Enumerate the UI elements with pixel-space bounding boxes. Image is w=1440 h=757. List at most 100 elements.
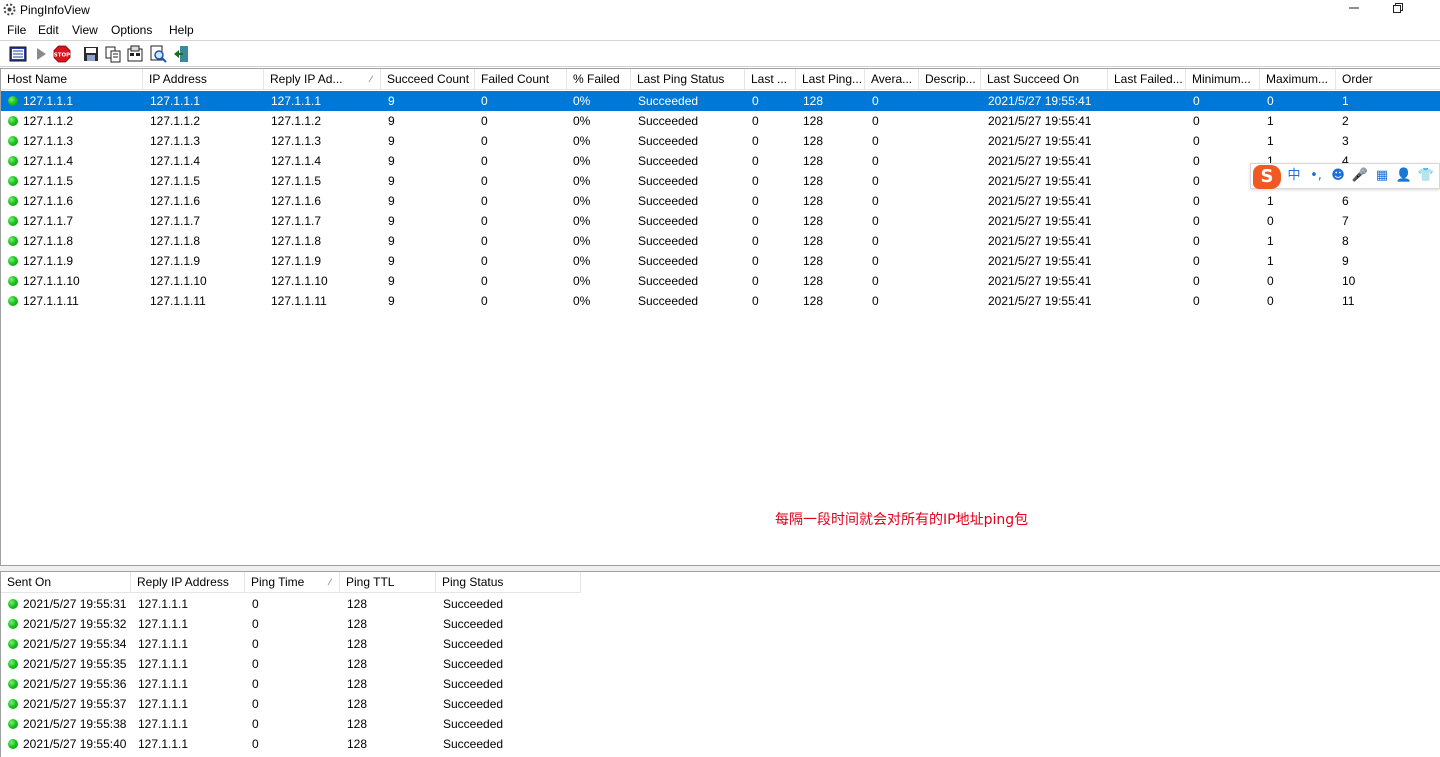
table-cell: 0 xyxy=(252,717,259,731)
table-cell: 127.1.1.1 xyxy=(23,94,74,108)
table-cell: 0 xyxy=(872,234,879,248)
user-icon[interactable]: 👤 xyxy=(1395,167,1413,185)
table-row[interactable]: 127.1.1.5 127.1.1.5 127.1.1.5 9 0 0% Succeeded… xyxy=(1,171,1440,191)
table-cell: 127.1.1.11 xyxy=(150,294,206,308)
table-row[interactable]: 127.1.1.9 127.1.1.9 127.1.1.9 9 0 0% Succeeded… xyxy=(1,251,1440,271)
table-cell: 0 xyxy=(752,114,759,128)
column-host-name[interactable]: Host Name xyxy=(1,69,143,90)
table-row[interactable]: 2021/5/27 19:55:32 127.1.1.1 0 128 Succeeded xyxy=(1,614,581,634)
column-minimum[interactable]: Minimum... xyxy=(1186,69,1260,90)
chinese-mode-icon[interactable]: 中 xyxy=(1285,167,1303,185)
table-cell: 1 xyxy=(1267,254,1274,268)
table-row[interactable]: 127.1.1.6 127.1.1.6 127.1.1.6 9 0 0% Succeeded… xyxy=(1,191,1440,211)
column-maximum[interactable]: Maximum... xyxy=(1260,69,1336,90)
restore-button[interactable] xyxy=(1376,2,1420,18)
table-cell: 127.1.1.1 xyxy=(138,597,189,611)
table-cell: 127.1.1.9 xyxy=(271,254,322,268)
app-icon xyxy=(3,3,16,16)
column-ping-time[interactable]: Ping Time ⁄ xyxy=(245,572,340,593)
punctuation-icon[interactable]: •, xyxy=(1307,167,1325,185)
table-row[interactable]: 2021/5/27 19:55:36 127.1.1.1 0 128 Succeeded xyxy=(1,674,581,694)
column-average[interactable]: Avera... xyxy=(865,69,919,90)
status-ok-icon xyxy=(8,156,18,166)
find-icon[interactable] xyxy=(149,45,167,63)
html-report-icon[interactable] xyxy=(126,45,144,63)
table-cell: 0 xyxy=(481,234,488,248)
table-cell: 0 xyxy=(1193,94,1200,108)
table-cell: Succeeded xyxy=(638,294,699,308)
table-row[interactable]: 127.1.1.8 127.1.1.8 127.1.1.8 9 0 0% Succeeded… xyxy=(1,231,1440,251)
table-row[interactable]: 127.1.1.10 127.1.1.10 127.1.1.10 9 0 0% Succee… xyxy=(1,271,1440,291)
table-row[interactable]: 127.1.1.1 127.1.1.1 127.1.1.1 9 0 0% Succeeded… xyxy=(1,91,1440,111)
table-cell: 0 xyxy=(481,294,488,308)
column-ip-address[interactable]: IP Address xyxy=(143,69,264,90)
table-row[interactable]: 127.1.1.11 127.1.1.11 127.1.1.11 9 0 0% Succee… xyxy=(1,291,1440,311)
restore-icon xyxy=(1393,3,1403,13)
ping-history-list[interactable]: Sent On Reply IP Address Ping Time ⁄ Pin… xyxy=(0,571,1440,757)
table-cell: 0 xyxy=(1193,154,1200,168)
menu-file[interactable]: File xyxy=(7,23,26,37)
table-row[interactable]: 2021/5/27 19:55:31 127.1.1.1 0 128 Succeeded xyxy=(1,594,581,614)
table-row[interactable]: 2021/5/27 19:55:40 127.1.1.1 0 128 Succeeded xyxy=(1,734,581,754)
table-cell: 128 xyxy=(803,214,824,228)
table-cell: 0 xyxy=(872,274,879,288)
status-ok-icon xyxy=(8,739,18,749)
skin-icon[interactable]: 👕 xyxy=(1417,167,1435,185)
ping-history-header: Sent On Reply IP Address Ping Time ⁄ Pin… xyxy=(1,572,581,593)
exit-icon[interactable] xyxy=(172,45,190,63)
column-description[interactable]: Descrip... xyxy=(919,69,981,90)
minimize-button[interactable] xyxy=(1332,2,1376,18)
menu-options[interactable]: Options xyxy=(111,23,152,37)
table-row[interactable]: 127.1.1.4 127.1.1.4 127.1.1.4 9 0 0% Succeeded… xyxy=(1,151,1440,171)
table-row[interactable]: 127.1.1.2 127.1.1.2 127.1.1.2 9 0 0% Succeeded… xyxy=(1,111,1440,131)
emoji-icon[interactable]: ☻ xyxy=(1329,167,1347,185)
column-sent-on[interactable]: Sent On xyxy=(1,572,131,593)
table-cell: 3 xyxy=(1342,134,1349,148)
column-last-ping-status[interactable]: Last Ping Status xyxy=(631,69,745,90)
start-icon[interactable] xyxy=(32,45,50,63)
column-succeed-count[interactable]: Succeed Count xyxy=(381,69,475,90)
sogou-logo-icon[interactable]: S xyxy=(1253,165,1281,189)
table-cell: 0 xyxy=(1193,134,1200,148)
column-ping-ttl[interactable]: Ping TTL xyxy=(340,572,436,593)
column-percent-failed[interactable]: % Failed xyxy=(567,69,631,90)
table-row[interactable]: 2021/5/27 19:55:34 127.1.1.1 0 128 Succeeded xyxy=(1,634,581,654)
column-failed-count[interactable]: Failed Count xyxy=(475,69,567,90)
table-row[interactable]: 127.1.1.7 127.1.1.7 127.1.1.7 9 0 0% Succeeded… xyxy=(1,211,1440,231)
column-last-ping-time[interactable]: Last ... xyxy=(745,69,796,90)
table-cell: 127.1.1.9 xyxy=(150,254,201,268)
table-row[interactable]: 2021/5/27 19:55:37 127.1.1.1 0 128 Succeeded xyxy=(1,694,581,714)
column-order[interactable]: Order xyxy=(1336,69,1440,90)
stop-icon[interactable]: STOP xyxy=(53,45,71,63)
table-cell: Succeeded xyxy=(638,234,699,248)
menu-view[interactable]: View xyxy=(72,23,98,37)
table-cell: 127.1.1.5 xyxy=(150,174,201,188)
table-cell: 0 xyxy=(752,94,759,108)
column-reply-ip-address[interactable]: Reply IP Address xyxy=(131,572,245,593)
save-icon[interactable] xyxy=(82,45,100,63)
properties-icon[interactable] xyxy=(9,45,27,63)
column-last-failed-on[interactable]: Last Failed... xyxy=(1108,69,1186,90)
menu-help[interactable]: Help xyxy=(169,23,194,37)
table-cell: 128 xyxy=(347,737,368,751)
status-ok-icon xyxy=(8,176,18,186)
hosts-list[interactable]: Host Name IP Address Reply IP Ad... ⁄ Su… xyxy=(0,68,1440,566)
table-cell: 2021/5/27 19:55:31 xyxy=(23,597,127,611)
table-cell: 128 xyxy=(803,154,824,168)
column-reply-ip-address[interactable]: Reply IP Ad... ⁄ xyxy=(264,69,381,90)
table-cell: 0 xyxy=(872,94,879,108)
table-row[interactable]: 2021/5/27 19:55:38 127.1.1.1 0 128 Succeeded xyxy=(1,714,581,734)
table-cell: 0 xyxy=(752,134,759,148)
menu-edit[interactable]: Edit xyxy=(38,23,59,37)
column-ping-status[interactable]: Ping Status xyxy=(436,572,581,593)
table-cell: 2021/5/27 19:55:41 xyxy=(988,134,1092,148)
column-last-succeed-on[interactable]: Last Succeed On xyxy=(981,69,1108,90)
table-row[interactable]: 2021/5/27 19:55:35 127.1.1.1 0 128 Succeeded xyxy=(1,654,581,674)
table-cell: 9 xyxy=(388,114,395,128)
table-row[interactable]: 127.1.1.3 127.1.1.3 127.1.1.3 9 0 0% Succeeded… xyxy=(1,131,1440,151)
keyboard-icon[interactable]: ▦ xyxy=(1373,167,1391,185)
microphone-icon[interactable]: 🎤 xyxy=(1351,167,1369,185)
table-cell: 2021/5/27 19:55:41 xyxy=(988,194,1092,208)
copy-icon[interactable] xyxy=(104,45,122,63)
column-last-ping-ttl[interactable]: Last Ping... xyxy=(796,69,865,90)
